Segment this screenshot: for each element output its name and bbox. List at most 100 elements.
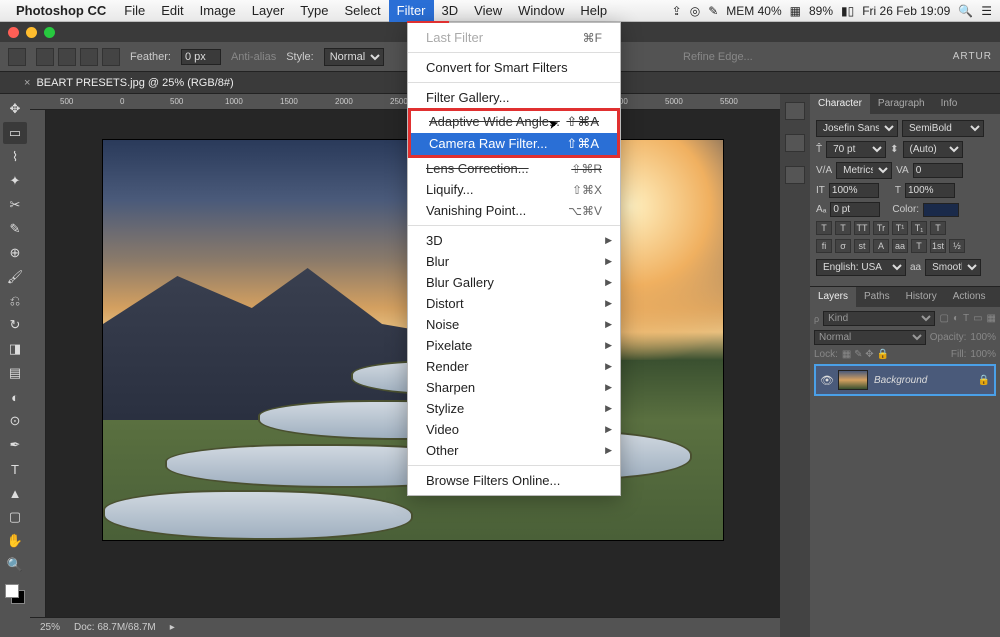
ot-st-button[interactable]: st (854, 239, 870, 253)
tab-history[interactable]: History (898, 287, 945, 307)
path-select-tool[interactable]: ▲ (3, 482, 27, 504)
app-name[interactable]: Photoshop CC (16, 3, 106, 18)
menu-browse-filters[interactable]: Browse Filters Online... (408, 470, 620, 491)
menu-image[interactable]: Image (192, 0, 244, 22)
menu-3d-sub[interactable]: 3D (408, 230, 620, 251)
menu-camera-raw-filter[interactable]: Camera Raw Filter...⇧⌘A (411, 133, 617, 155)
menu-file[interactable]: File (116, 0, 153, 22)
filter-type-icon[interactable]: T (963, 313, 969, 324)
selection-intersect-icon[interactable] (102, 48, 120, 66)
selection-subtract-icon[interactable] (80, 48, 98, 66)
ot-alt-button[interactable]: σ (835, 239, 851, 253)
color-swatches[interactable] (5, 584, 25, 604)
vscale-input[interactable] (829, 183, 879, 198)
ot-lig-button[interactable]: fi (816, 239, 832, 253)
menu-convert-smart[interactable]: Convert for Smart Filters (408, 57, 620, 78)
font-size-select[interactable]: 70 pt (826, 141, 886, 158)
tool-preset-icon[interactable] (8, 48, 26, 66)
dock-icon-3[interactable] (785, 166, 805, 184)
menu-view[interactable]: View (466, 0, 510, 22)
subscript-button[interactable]: T₁ (911, 221, 927, 235)
menu-pixelate-sub[interactable]: Pixelate (408, 335, 620, 356)
battery-icon[interactable]: ▮▯ (841, 4, 854, 18)
leading-select[interactable]: (Auto) (903, 141, 963, 158)
zoom-level[interactable]: 25% (40, 622, 60, 633)
gradient-tool[interactable]: ▤ (3, 362, 27, 384)
font-family-select[interactable]: Josefin Sans SemiB... (816, 120, 898, 137)
menu-blur-sub[interactable]: Blur (408, 251, 620, 272)
refine-edge-button[interactable]: Refine Edge... (683, 51, 753, 63)
status-arrow-icon[interactable]: ▸ (170, 622, 175, 633)
tab-actions[interactable]: Actions (945, 287, 994, 307)
menu-blur-gallery-sub[interactable]: Blur Gallery (408, 272, 620, 293)
workspace-label[interactable]: ARTUR (953, 51, 992, 62)
layer-thumbnail[interactable] (838, 370, 868, 390)
filter-smart-icon[interactable]: ▦ (987, 313, 996, 324)
menu-3d[interactable]: 3D (434, 0, 467, 22)
minimize-window-button[interactable] (26, 27, 37, 38)
menu-help[interactable]: Help (572, 0, 615, 22)
ruler-horizontal[interactable]: 500 0 500 1000 1500 2000 2500 3000 3500 … (30, 94, 780, 110)
type-tool[interactable]: T (3, 458, 27, 480)
menu-filter[interactable]: Filter (389, 0, 434, 22)
menu-layer[interactable]: Layer (244, 0, 293, 22)
healing-tool[interactable]: ⊕ (3, 242, 27, 264)
kerning-select[interactable]: Metrics (836, 162, 892, 179)
menu-stylize-sub[interactable]: Stylize (408, 398, 620, 419)
shape-tool[interactable]: ▢ (3, 506, 27, 528)
antialias-checkbox[interactable]: Anti-alias (231, 51, 276, 63)
menu-adaptive-wide-angle[interactable]: Adaptive Wide Angle...⇧⌘A (411, 111, 617, 133)
text-color-swatch[interactable] (923, 203, 959, 217)
eraser-tool[interactable]: ◨ (3, 338, 27, 360)
lasso-tool[interactable]: ⌇ (3, 146, 27, 168)
filter-kind-select[interactable]: Kind (823, 311, 935, 326)
ot-a-button[interactable]: A (873, 239, 889, 253)
italic-button[interactable]: T (835, 221, 851, 235)
marquee-tool[interactable]: ▭ (3, 122, 27, 144)
doc-size[interactable]: Doc: 68.7M/68.7M (74, 622, 156, 633)
quick-select-tool[interactable]: ✦ (3, 170, 27, 192)
tab-layers[interactable]: Layers (810, 287, 856, 307)
zoom-tool[interactable]: 🔍 (3, 554, 27, 576)
menu-other-sub[interactable]: Other (408, 440, 620, 461)
ruler-vertical[interactable] (30, 110, 46, 637)
font-weight-select[interactable]: SemiBold (902, 120, 984, 137)
history-brush-tool[interactable]: ↻ (3, 314, 27, 336)
tab-character[interactable]: Character (810, 94, 870, 114)
feather-input[interactable] (181, 49, 221, 65)
filter-image-icon[interactable]: ▢ (939, 313, 948, 324)
hand-tool[interactable]: ✋ (3, 530, 27, 552)
eyedropper-tool[interactable]: ✎ (3, 218, 27, 240)
allcaps-button[interactable]: TT (854, 221, 870, 235)
antialias-select[interactable]: Smooth (925, 259, 981, 276)
visibility-icon[interactable]: 👁 (820, 374, 832, 387)
baseline-input[interactable] (830, 202, 880, 217)
menu-filter-gallery[interactable]: Filter Gallery... (408, 87, 620, 108)
hscale-input[interactable] (905, 183, 955, 198)
selection-new-icon[interactable] (36, 48, 54, 66)
ot-ord-button[interactable]: 1st (930, 239, 946, 253)
opacity-value[interactable]: 100% (970, 332, 996, 343)
strike-button[interactable]: T (930, 221, 946, 235)
spotlight-icon[interactable]: 🔍 (958, 4, 973, 18)
menu-render-sub[interactable]: Render (408, 356, 620, 377)
cc-icon[interactable]: ◎ (690, 4, 700, 18)
menu-lens-correction[interactable]: Lens Correction...⇧⌘R (408, 158, 620, 179)
bold-button[interactable]: T (816, 221, 832, 235)
dropbox-icon[interactable]: ⇪ (672, 4, 682, 18)
menu-extras-icon[interactable]: ☰ (981, 4, 992, 18)
layer-background[interactable]: 👁 Background 🔒 (814, 364, 996, 396)
ot-aa-button[interactable]: aa (892, 239, 908, 253)
blend-mode-select[interactable]: Normal (814, 330, 926, 345)
menu-sharpen-sub[interactable]: Sharpen (408, 377, 620, 398)
lock-icons[interactable]: ▦ ✎ ✥ 🔒 (842, 349, 889, 360)
ot-frac-button[interactable]: ½ (949, 239, 965, 253)
tracking-input[interactable] (913, 163, 963, 178)
dock-icon-2[interactable] (785, 134, 805, 152)
ot-t-button[interactable]: T (911, 239, 927, 253)
tab-info[interactable]: Info (933, 94, 966, 114)
language-select[interactable]: English: USA (816, 259, 906, 276)
stamp-tool[interactable]: ⎌ (3, 290, 27, 312)
smallcaps-button[interactable]: Tr (873, 221, 889, 235)
blur-tool[interactable]: ◐ (3, 386, 27, 408)
